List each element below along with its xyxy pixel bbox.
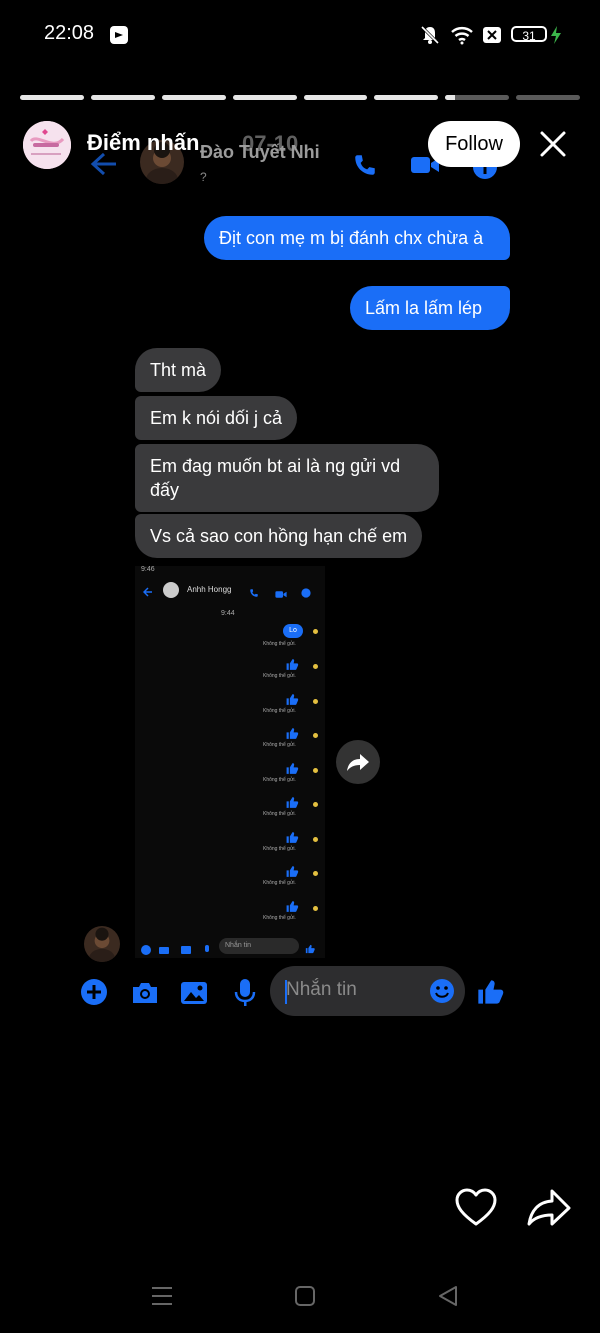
- nested-info-icon: [301, 585, 311, 603]
- nested-failed-text: Không thể gửi.: [263, 641, 296, 647]
- home-icon: [295, 1286, 315, 1306]
- nested-input: Nhắn tin: [219, 938, 299, 954]
- nested-failed-dot: [313, 767, 318, 773]
- plus-icon: [80, 978, 108, 1011]
- mic-icon: [234, 978, 256, 1013]
- nested-mic-icon: [203, 942, 211, 960]
- nested-bubble: Lo: [283, 624, 303, 638]
- nested-like-icon: [286, 659, 299, 670]
- nested-back-arrow-icon: [142, 584, 153, 602]
- message-bubble-received: Em đag muốn bt ai là ng gửi vd đấy: [135, 444, 439, 512]
- menu-icon: [152, 1287, 172, 1305]
- message-input: Nhắn tin: [270, 966, 465, 1016]
- message-bubble-received: Em k nói dối j cả: [135, 396, 298, 440]
- nested-like-icon: [286, 693, 299, 705]
- share-icon: [527, 1189, 571, 1226]
- like-story-button[interactable]: [454, 1188, 498, 1233]
- contact-subtitle: ?: [200, 170, 207, 184]
- sim-icon: [481, 24, 503, 46]
- nested-failed-dot: [313, 664, 318, 669]
- nested-contact-name: Anhh Hongg: [187, 585, 232, 594]
- recent-apps-button[interactable]: [150, 1285, 174, 1312]
- nested-like-icon: [286, 900, 299, 912]
- nested-failed-text: Không thể gửi.: [263, 914, 296, 921]
- mute-icon: [418, 24, 442, 46]
- thumbs-up-icon: [476, 978, 504, 1011]
- nested-failed-dot: [313, 629, 318, 634]
- app-notification-icon: [108, 24, 130, 46]
- nested-failed-dot: [313, 871, 318, 876]
- story-progress-segment: [232, 95, 297, 100]
- back-icon: [439, 1286, 457, 1306]
- nested-failed-text: Không thể gửi.: [263, 707, 296, 714]
- emoji-icon: [429, 978, 455, 1009]
- gallery-icon: [180, 980, 208, 1011]
- nested-avatar: [163, 582, 179, 598]
- close-icon: [540, 131, 566, 157]
- story-progress-segment: [20, 95, 84, 100]
- message-bubble-sent: Địt con mẹ m bị đánh chx chừa à: [204, 216, 510, 260]
- battery-indicator: 31: [511, 26, 547, 43]
- nested-failed-dot: [313, 802, 318, 807]
- sender-avatar: [84, 926, 120, 962]
- follow-button[interactable]: Follow: [428, 121, 520, 167]
- message-bubble-received: Vs cả sao con hồng hạn chế em: [135, 514, 423, 558]
- nested-like-icon: [286, 831, 299, 843]
- story-avatar[interactable]: [23, 121, 71, 169]
- camera-icon: [130, 980, 160, 1011]
- back-arrow-icon: [90, 152, 118, 181]
- forward-button[interactable]: [336, 740, 380, 784]
- story-progress-segment: [161, 95, 226, 100]
- nested-failed-text: Không thể gửi.: [263, 811, 296, 817]
- nested-failed-dot: [313, 698, 318, 704]
- nested-video-icon: [275, 586, 287, 604]
- nested-failed-dot: [313, 836, 318, 842]
- share-story-button[interactable]: [526, 1188, 572, 1233]
- message-input-placeholder: Nhắn tin: [286, 979, 357, 1000]
- nested-failed-dot: [313, 905, 318, 911]
- nested-camera-icon: [159, 942, 169, 960]
- nested-failed-text: Không thể gửi.: [263, 742, 296, 748]
- nested-like-icon: [305, 941, 315, 959]
- close-button[interactable]: [536, 127, 570, 161]
- nested-failed-dot: [313, 733, 318, 738]
- heart-icon: [455, 1188, 497, 1226]
- story-progress-segment: [445, 95, 510, 100]
- nested-status-time: 9:46: [141, 566, 155, 573]
- message-bubble-received: Tht mà: [135, 348, 222, 392]
- story-progress-segment: [303, 95, 368, 100]
- nested-failed-text: Không thể gửi.: [263, 880, 296, 886]
- story-progress-segment: [90, 95, 155, 100]
- nested-like-icon: [286, 728, 299, 739]
- charging-icon: [549, 24, 563, 46]
- nested-time: 9:44: [221, 610, 235, 617]
- nested-like-icon: [286, 797, 299, 808]
- status-time: 22:08: [44, 22, 95, 44]
- message-bubble-sent: Lấm la lấm lép: [350, 286, 510, 330]
- nested-failed-text: Không thể gửi.: [263, 673, 296, 679]
- story-progress-bar: [20, 95, 580, 100]
- story-progress-segment: [374, 95, 439, 100]
- nested-image-icon: [181, 942, 191, 960]
- story-date: 07-10: [242, 131, 299, 156]
- nested-like-icon: [286, 762, 299, 774]
- shared-screenshot[interactable]: 9:46 Anhh Hongg 9:44 Lo Nhắn tin Không t…: [135, 566, 325, 958]
- story-progress-segment: [516, 95, 580, 100]
- home-button[interactable]: [294, 1285, 316, 1312]
- back-button[interactable]: [437, 1285, 459, 1312]
- nested-like-icon: [286, 866, 299, 877]
- nested-plus-icon: [141, 942, 151, 960]
- phone-icon: [352, 152, 378, 183]
- nested-failed-text: Không thể gửi.: [263, 845, 296, 852]
- wifi-icon: [449, 24, 475, 46]
- nested-phone-icon: [249, 585, 259, 603]
- nested-failed-text: Không thể gửi.: [263, 776, 296, 783]
- forward-icon: [347, 754, 369, 771]
- story-title[interactable]: Điểm nhấn: [87, 130, 199, 156]
